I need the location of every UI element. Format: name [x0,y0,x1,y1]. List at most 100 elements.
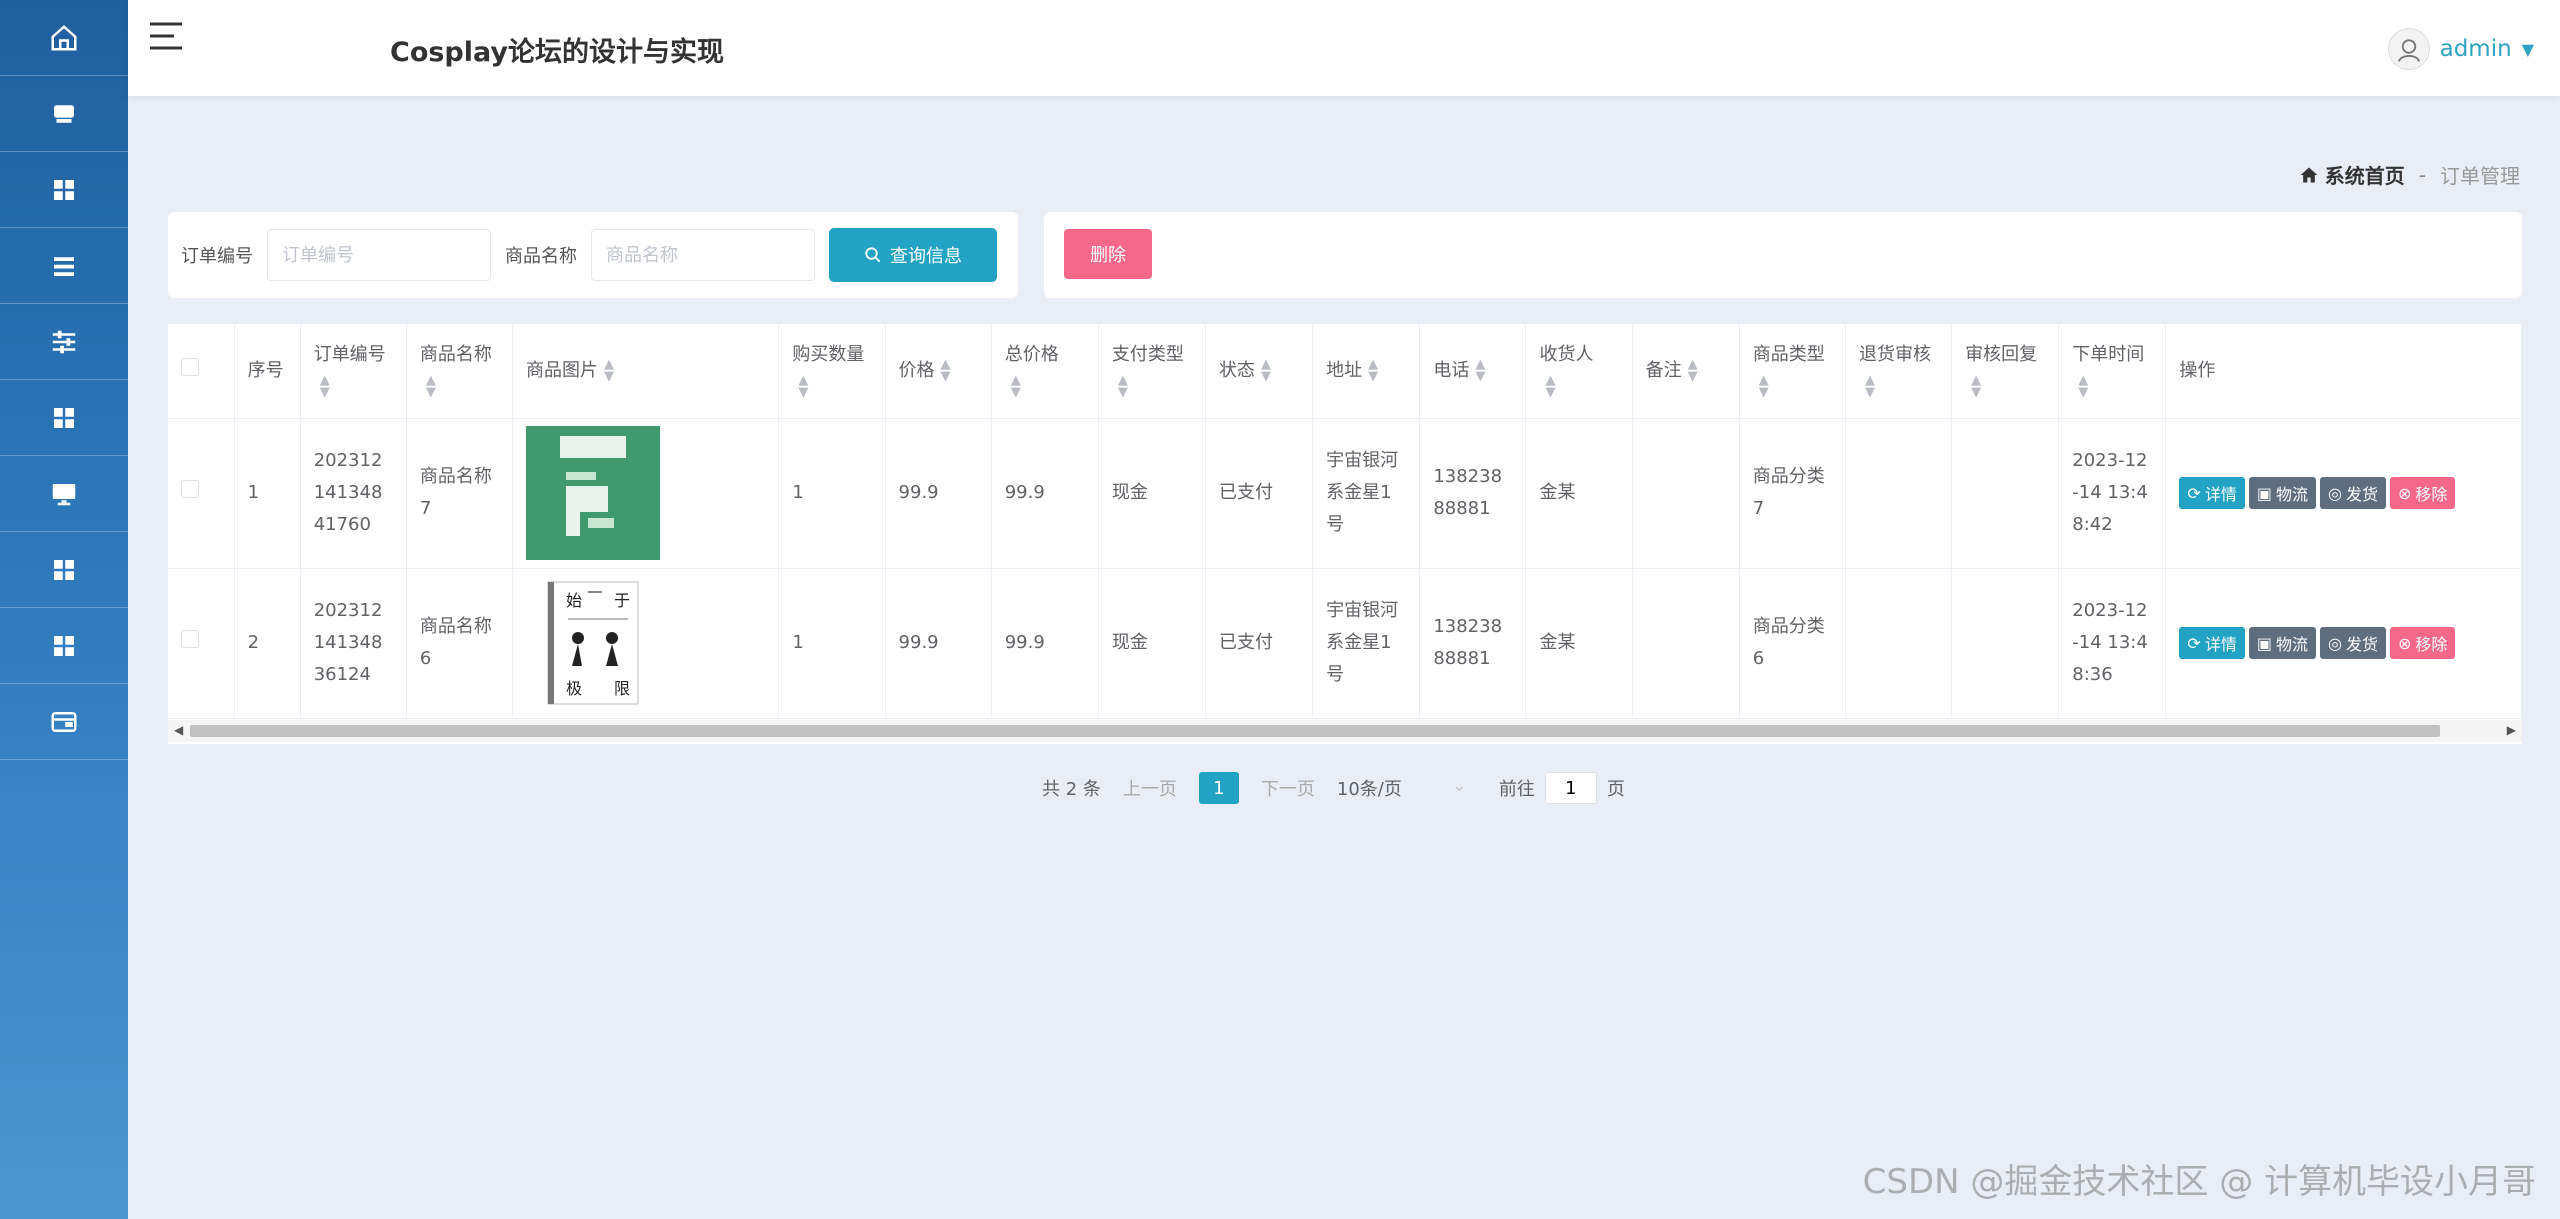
delete-button[interactable]: 删除 [1064,229,1152,279]
row-select-cell[interactable] [168,568,235,719]
col-header[interactable]: 价格 ▲ ▼ [885,324,992,419]
sort-icon[interactable]: ▲ ▼ [320,374,330,399]
sidebar-item-grid-1[interactable] [0,152,128,228]
sidebar-item-list[interactable] [0,228,128,304]
sidebar-item-settings[interactable] [0,304,128,380]
cell-status: 已支付 [1205,418,1314,569]
page-size-select[interactable]: 10条/页 ⌄ [1337,775,1467,801]
cell-product-name: 商品名称6 [406,568,514,719]
sort-icon[interactable]: ▲ ▼ [798,374,808,399]
row-checkbox[interactable] [181,480,199,498]
goto-label: 前往 [1498,779,1535,800]
col-header[interactable]: 备注 ▲ ▼ [1632,324,1740,419]
remove-button[interactable]: ⊗ 移除 [2389,627,2456,659]
sort-icon[interactable]: ▲ ▼ [1261,358,1271,383]
remove-button[interactable]: ⊗ 移除 [2389,477,2456,509]
book-text: 极 [566,679,582,698]
goto-page-input[interactable] [1544,772,1597,804]
row-checkbox[interactable] [181,630,199,648]
sort-icon[interactable]: ▲ ▼ [604,358,614,383]
scrollbar-thumb[interactable] [190,725,2440,737]
user-menu[interactable]: admin ▼ [2387,28,2534,70]
sort-icon[interactable]: ▲ ▼ [2078,374,2088,399]
sidebar-item-home[interactable] [0,0,128,76]
sort-icon[interactable]: ▲ ▼ [1368,358,1378,383]
page-size-value: 10条/页 [1336,779,1402,800]
col-header[interactable]: 订单编号 ▲ ▼ [300,324,407,419]
sidebar [0,0,128,1219]
col-header[interactable]: 状态 ▲ ▼ [1205,324,1314,419]
logistics-button[interactable]: ▣ 物流 [2248,627,2316,659]
col-header[interactable]: 下单时间 ▲ ▼ [2058,324,2167,419]
col-header[interactable]: 商品图片 ▲ ▼ [512,324,780,419]
close-circle-icon: ⊗ [2397,633,2412,653]
col-header-label: 电话 [1433,359,1470,381]
product-image[interactable] [526,426,660,560]
col-header-label: 审核回复 [1965,343,2038,365]
sort-icon[interactable]: ▲ ▼ [1475,358,1485,383]
detail-button[interactable]: ⟳ 详情 [2179,477,2245,509]
cell-product-image [512,418,780,569]
col-header[interactable]: 退货审核 ▲ ▼ [1845,324,1953,419]
scroll-right-icon[interactable]: ▶ [2507,723,2516,737]
cell-receiver: 金某 [1525,418,1633,569]
col-header[interactable]: 收货人 ▲ ▼ [1525,324,1633,419]
close-circle-icon: ⊗ [2397,483,2412,503]
prev-page-button[interactable]: 上一页 [1123,775,1177,801]
order-no-input[interactable] [267,229,491,281]
sidebar-item-grid-4[interactable] [0,608,128,684]
sidebar-item-grid-3[interactable] [0,532,128,608]
image-icon: ▣ [2256,483,2272,503]
detail-button[interactable]: ⟳ 详情 [2179,627,2245,659]
select-all-checkbox[interactable] [181,357,199,376]
col-header[interactable]: 总价格 ▲ ▼ [991,324,1099,419]
next-page-button[interactable]: 下一页 [1261,775,1315,801]
sidebar-item-grid-2[interactable] [0,380,128,456]
sidebar-item-store[interactable] [0,76,128,152]
sort-icon[interactable]: ▲ ▼ [426,374,436,399]
sort-icon[interactable]: ▲ ▼ [1865,374,1875,399]
col-header[interactable]: 商品类型 ▲ ▼ [1739,324,1846,419]
sort-icon[interactable]: ▲ ▼ [1759,374,1769,399]
ship-button[interactable]: ◎ 发货 [2319,627,2386,659]
horizontal-scrollbar[interactable]: ◀ ▶ [168,720,2522,742]
sort-icon[interactable]: ▲ ▼ [1011,374,1021,399]
sort-icon[interactable]: ▲ ▼ [1971,374,1981,399]
col-header[interactable]: 电话 ▲ ▼ [1419,324,1527,419]
logistics-label: 物流 [2275,485,2308,504]
list-icon [54,256,74,276]
logistics-button[interactable]: ▣ 物流 [2248,477,2316,509]
breadcrumb-home[interactable]: 系统首页 [2299,160,2405,189]
sidebar-item-wallet[interactable] [0,684,128,760]
search-button[interactable]: 查询信息 [829,228,997,282]
menu-toggle-button[interactable] [146,18,186,58]
breadcrumb-separator: - [2418,162,2426,187]
breadcrumb-current: 订单管理 [2440,164,2520,188]
pagination: 共 2 条 上一页 1 下一页 10条/页 ⌄ 前往 页 [1042,772,1625,804]
col-header[interactable]: 购买数量 ▲ ▼ [778,324,886,419]
row-select-cell[interactable] [168,418,235,569]
col-header[interactable]: 商品名称 ▲ ▼ [406,324,514,419]
product-name-input[interactable] [591,229,815,281]
avatar [2387,28,2430,70]
cell-index: 1 [234,418,301,569]
sort-icon[interactable]: ▲ ▼ [1545,374,1555,399]
col-header[interactable]: 地址 ▲ ▼ [1312,324,1421,419]
app-title: Cosplay论坛的设计与实现 [390,37,725,68]
cell-price: 99.9 [885,568,992,719]
sort-icon[interactable]: ▲ ▼ [1118,374,1128,399]
product-image[interactable]: 始 于 极 限 [526,576,660,710]
sort-icon[interactable]: ▲ ▼ [1688,358,1698,383]
search-button-label: 查询信息 [890,246,962,267]
select-all-cell[interactable] [168,324,235,419]
page-number-button[interactable]: 1 [1198,772,1239,804]
col-header[interactable]: 支付类型 ▲ ▼ [1098,324,1207,419]
sort-icon[interactable]: ▲ ▼ [941,358,951,383]
ship-button[interactable]: ◎ 发货 [2319,477,2386,509]
scroll-left-icon[interactable]: ◀ [174,723,183,737]
book-text: 限 [614,679,630,698]
grid-icon [54,179,74,200]
sidebar-item-monitor[interactable] [0,456,128,532]
search-icon [865,247,881,263]
col-header[interactable]: 审核回复 ▲ ▼ [1951,324,2060,419]
